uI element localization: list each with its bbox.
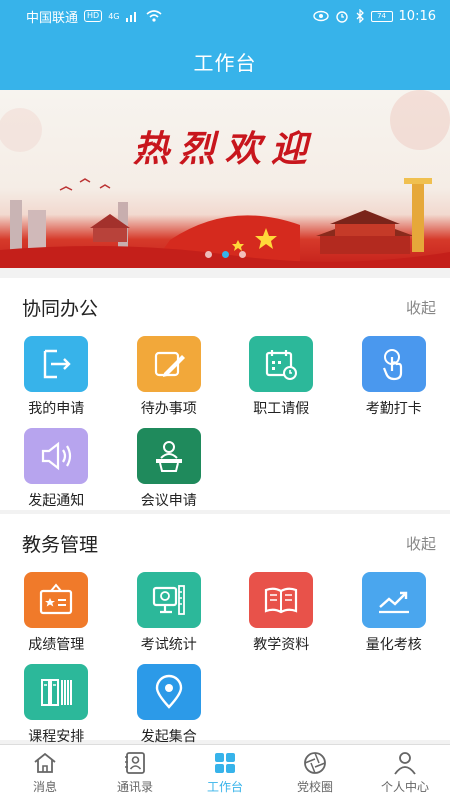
bluetooth-icon bbox=[356, 9, 364, 23]
person-icon bbox=[394, 752, 416, 775]
course-schedule-button[interactable]: 课程安排 bbox=[0, 664, 113, 750]
aperture-icon bbox=[304, 752, 326, 774]
item-label: 会议申请 bbox=[140, 493, 197, 509]
pencil-note-icon bbox=[136, 336, 201, 392]
nav-profile[interactable]: 个人中心 bbox=[360, 745, 450, 800]
nav-label: 党校圈 bbox=[296, 780, 333, 794]
item-label: 发起通知 bbox=[28, 493, 85, 509]
nav-contacts[interactable]: 通讯录 bbox=[90, 745, 180, 800]
top-bar: 中国联通 HD 4G 74 10:16 工作台 bbox=[0, 0, 450, 90]
todo-button[interactable]: 待办事项 bbox=[113, 336, 226, 422]
send-notice-button[interactable]: 发起通知 bbox=[0, 428, 113, 514]
exam-statistics-button[interactable]: 考试统计 bbox=[113, 572, 226, 658]
section-title: 协同办公 bbox=[22, 297, 99, 320]
attendance-button[interactable]: 考勤打卡 bbox=[338, 336, 450, 422]
collapse-button[interactable]: 收起 bbox=[406, 533, 436, 554]
my-application-button[interactable]: 我的申请 bbox=[0, 336, 113, 422]
tap-hand-icon bbox=[361, 336, 426, 392]
certificate-icon bbox=[24, 572, 89, 628]
trend-up-icon bbox=[361, 572, 426, 628]
signal-icon bbox=[125, 12, 136, 22]
section-academic-affairs: 教务管理 收起 成绩管理 考试统计 教学资料 量化考核 课程安排 发起集合 bbox=[0, 514, 450, 745]
wifi-icon bbox=[145, 10, 162, 22]
carousel-dot[interactable] bbox=[204, 251, 212, 258]
speaker-icon bbox=[24, 428, 89, 484]
initiate-gathering-button[interactable]: 发起集合 bbox=[113, 664, 226, 750]
staff-leave-button[interactable]: 职工请假 bbox=[225, 336, 338, 422]
podium-icon bbox=[136, 428, 201, 484]
carousel-dot[interactable] bbox=[238, 251, 246, 258]
location-pin-icon bbox=[136, 664, 201, 720]
books-icon bbox=[24, 664, 89, 720]
item-label: 课程安排 bbox=[28, 729, 85, 745]
item-label: 发起集合 bbox=[140, 729, 197, 745]
quantitative-assessment-button[interactable]: 量化考核 bbox=[338, 572, 450, 658]
grade-management-button[interactable]: 成绩管理 bbox=[0, 572, 113, 658]
item-label: 教学资料 bbox=[253, 637, 310, 653]
carrier-name: 中国联通 bbox=[26, 10, 79, 26]
collapse-button[interactable]: 收起 bbox=[406, 297, 436, 318]
export-icon bbox=[24, 336, 89, 392]
open-book-icon bbox=[249, 572, 314, 628]
banner-scenery bbox=[0, 90, 450, 268]
item-label: 考试统计 bbox=[140, 637, 197, 653]
eye-icon bbox=[312, 10, 329, 22]
contacts-icon bbox=[125, 752, 145, 774]
meeting-request-button[interactable]: 会议申请 bbox=[113, 428, 226, 514]
item-label: 考勤打卡 bbox=[365, 401, 422, 417]
signal-type: 4G bbox=[108, 11, 120, 21]
banner-carousel[interactable]: 热烈欢迎 bbox=[0, 90, 450, 268]
grid-icon bbox=[215, 753, 235, 773]
nav-workbench[interactable]: 工作台 bbox=[180, 745, 270, 800]
section-collaborative-office: 协同办公 收起 我的申请 待办事项 职工请假 考勤打卡 发起通知 会议申请 bbox=[0, 278, 450, 510]
status-bar: 中国联通 HD 4G 74 10:16 bbox=[0, 0, 450, 32]
item-label: 职工请假 bbox=[253, 401, 310, 417]
item-label: 成绩管理 bbox=[28, 637, 85, 653]
item-label: 量化考核 bbox=[365, 637, 422, 653]
teaching-materials-button[interactable]: 教学资料 bbox=[225, 572, 338, 658]
alarm-icon bbox=[335, 11, 348, 23]
battery-icon: 74 bbox=[370, 10, 393, 22]
carousel-dots bbox=[0, 251, 450, 258]
nav-messages[interactable]: 消息 bbox=[0, 745, 90, 800]
banner-title: 热烈欢迎 bbox=[132, 128, 317, 170]
monitor-ruler-icon bbox=[136, 572, 201, 628]
item-label: 待办事项 bbox=[140, 401, 197, 417]
calendar-clock-icon bbox=[249, 336, 314, 392]
item-label: 我的申请 bbox=[28, 401, 85, 417]
page-title: 工作台 bbox=[193, 50, 257, 75]
section-title: 教务管理 bbox=[22, 533, 99, 556]
hd-badge: HD bbox=[84, 10, 103, 22]
home-icon bbox=[34, 752, 56, 773]
clock: 10:16 bbox=[398, 8, 436, 24]
nav-label: 通讯录 bbox=[116, 780, 153, 794]
nav-label: 个人中心 bbox=[380, 780, 429, 794]
nav-label: 消息 bbox=[32, 780, 57, 794]
bottom-navigation: 消息 通讯录 工作台 党校圈 个人中心 bbox=[0, 744, 450, 800]
nav-party-circle[interactable]: 党校圈 bbox=[270, 745, 360, 800]
carousel-dot[interactable] bbox=[221, 251, 229, 258]
nav-label: 工作台 bbox=[206, 780, 243, 794]
